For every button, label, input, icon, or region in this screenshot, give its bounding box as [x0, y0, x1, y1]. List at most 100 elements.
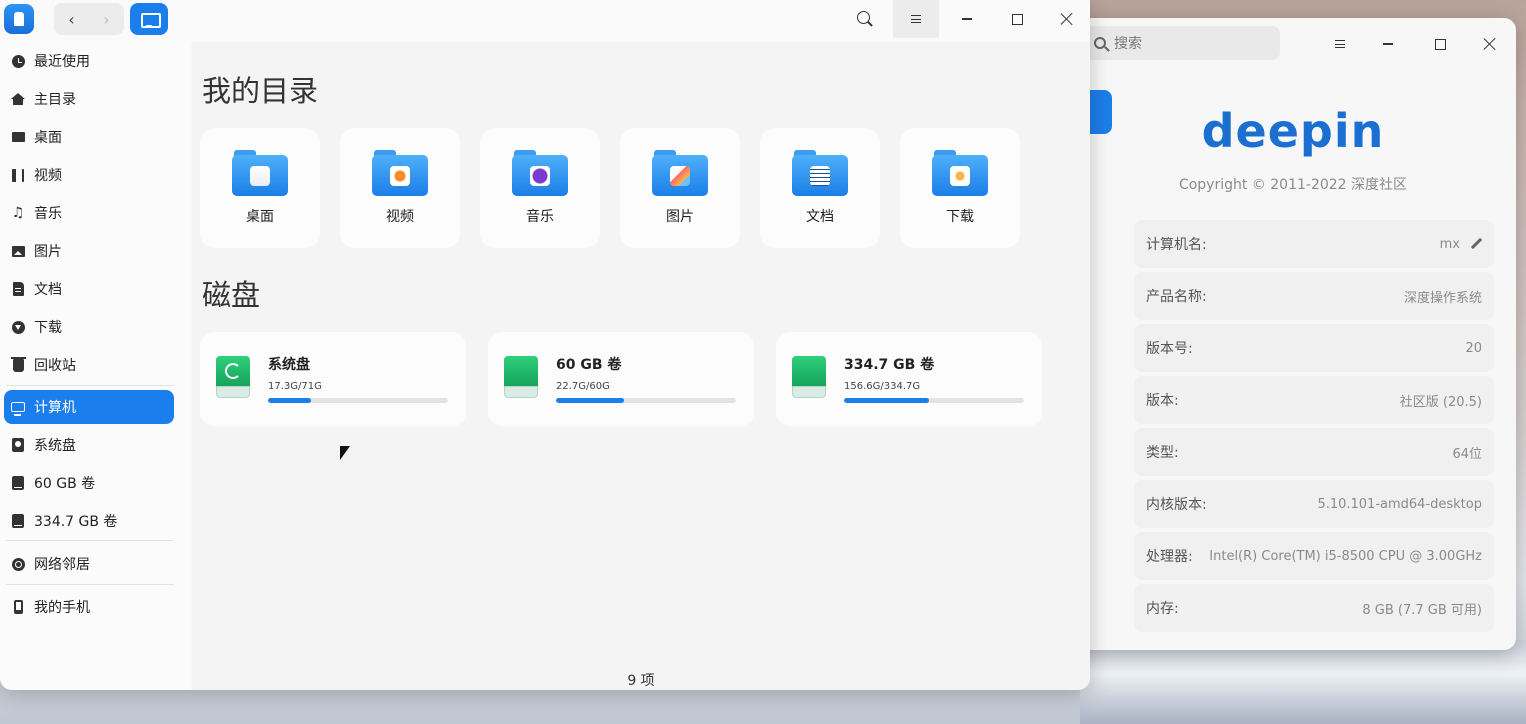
- clock-icon: [10, 53, 26, 69]
- info-value: 64位: [1452, 446, 1482, 462]
- sidebar-item[interactable]: 文档: [4, 272, 174, 306]
- sidebar-item[interactable]: 图片: [4, 234, 174, 268]
- deepin-logo: deepin: [1201, 104, 1385, 158]
- sidebar-item-label: 334.7 GB 卷: [34, 514, 118, 530]
- system-info-window: 搜索 deepin Copyright © 2011-2022 深度社区 计算机…: [1070, 18, 1516, 650]
- sidebar-item[interactable]: 最近使用: [4, 44, 174, 78]
- sidebar-item[interactable]: ♫ 音乐: [4, 196, 174, 230]
- disk-icon: [504, 356, 538, 400]
- info-value: mx: [1439, 236, 1460, 252]
- close-icon: [1484, 38, 1496, 50]
- my-directories-title: 我的目录: [202, 74, 319, 108]
- sidebar: 最近使用主目录桌面视频 ♫ 音乐图片文档下载回收站计算机系统盘 60 GB 卷 334.…: [0, 42, 190, 690]
- info-key: 版本:: [1146, 393, 1179, 409]
- folder-card[interactable]: 桌面: [200, 128, 320, 248]
- info-close-button[interactable]: [1478, 32, 1502, 56]
- folder-icon: [372, 150, 428, 196]
- info-key: 版本号:: [1146, 341, 1193, 357]
- info-key: 内核版本:: [1146, 497, 1207, 513]
- info-search-box[interactable]: 搜索: [1080, 26, 1280, 60]
- disk-card[interactable]: 334.7 GB 卷 156.6G/334.7G: [776, 332, 1042, 426]
- sidebar-divider: [6, 584, 174, 585]
- system-info-row: 内核版本: 5.10.101-amd64-desktop: [1134, 480, 1494, 528]
- folder-icon: [652, 150, 708, 196]
- folder-icon: [512, 150, 568, 196]
- info-key: 类型:: [1146, 445, 1179, 461]
- info-value-wrap: 8 GB (7.7 GB 可用): [1362, 599, 1482, 618]
- file-manager-window: ‹ › 最近使用 主目录 桌面 视频 ♫ 音乐 图片 文档 下载 回收站 计算机 系统盘 60 GB 卷…: [0, 0, 1090, 690]
- sidebar-item-label: 我的手机: [34, 600, 90, 616]
- disk-usage: 156.6G/334.7G: [844, 381, 921, 392]
- info-search-placeholder: 搜索: [1114, 36, 1142, 52]
- info-key: 处理器:: [1146, 549, 1193, 565]
- folder-label: 视频: [386, 209, 414, 225]
- system-info-row: 版本: 社区版 (20.5): [1134, 376, 1494, 424]
- info-key: 产品名称:: [1146, 289, 1207, 305]
- file-manager-app-icon[interactable]: [4, 4, 34, 34]
- system-info-list: 计算机名: mx 产品名称: 深度操作系统 版本号: 20 版本: 社区版 (20.5) 类型:…: [1134, 220, 1494, 636]
- minimize-icon: [1383, 43, 1393, 45]
- info-maximize-button[interactable]: [1428, 32, 1452, 56]
- download-emblem: [950, 166, 970, 186]
- breadcrumb-computer-button[interactable]: [130, 3, 168, 35]
- info-titlebar: 搜索: [1070, 18, 1516, 68]
- folder-card[interactable]: 图片: [620, 128, 740, 248]
- video-emblem: [390, 166, 410, 186]
- system-info-row: 内存: 8 GB (7.7 GB 可用): [1134, 584, 1494, 632]
- folder-card[interactable]: 视频: [340, 128, 460, 248]
- sidebar-item[interactable]: 主目录: [4, 82, 174, 116]
- folder-label: 文档: [806, 209, 834, 225]
- forward-button[interactable]: ›: [89, 3, 124, 35]
- disk-card[interactable]: 60 GB 卷 22.7G/60G: [488, 332, 754, 426]
- disk-card[interactable]: 系统盘 17.3G/71G: [200, 332, 466, 426]
- info-menu-button[interactable]: [1328, 32, 1352, 56]
- sidebar-item[interactable]: 计算机: [4, 390, 174, 424]
- sidebar-item[interactable]: 334.7 GB 卷: [4, 504, 174, 538]
- sidebar-item[interactable]: 桌面: [4, 120, 174, 154]
- info-value: 5.10.101-amd64-desktop: [1317, 496, 1482, 512]
- info-value-wrap: 5.10.101-amd64-desktop: [1317, 497, 1482, 512]
- search-button[interactable]: [842, 0, 888, 38]
- desktop-emblem: [250, 166, 270, 186]
- sidebar-item[interactable]: 网络邻居: [4, 547, 174, 581]
- sidebar-item[interactable]: 系统盘: [4, 428, 174, 462]
- sidebar-item[interactable]: 回收站: [4, 348, 174, 382]
- system-info-row: 产品名称: 深度操作系统: [1134, 272, 1494, 320]
- minimize-icon: [962, 18, 972, 20]
- info-value: 20: [1465, 340, 1482, 356]
- sidebar-item[interactable]: 我的手机: [4, 590, 174, 624]
- folder-card[interactable]: 下载: [900, 128, 1020, 248]
- document-emblem: [810, 166, 830, 186]
- picture-icon: [10, 243, 26, 259]
- info-minimize-button[interactable]: [1376, 32, 1400, 56]
- maximize-icon: [1011, 13, 1023, 25]
- folder-card[interactable]: 音乐: [480, 128, 600, 248]
- disk-icon: [10, 475, 26, 491]
- picture-emblem: [670, 166, 690, 186]
- minimize-button[interactable]: [944, 0, 990, 38]
- folder-label: 下载: [946, 209, 974, 225]
- info-value-wrap: 20: [1465, 341, 1482, 356]
- maximize-button[interactable]: [994, 0, 1040, 38]
- main-content: 我的目录 桌面 视频 音乐 图片 文档 下载 磁盘 系统盘 17.3G/71G 60 GB 卷…: [192, 42, 1090, 690]
- disk-usage-bar: [556, 398, 736, 403]
- menu-button[interactable]: [893, 0, 939, 38]
- system-disk-icon: [10, 437, 26, 453]
- info-value-wrap: 深度操作系统: [1404, 287, 1482, 306]
- system-info-row: 版本号: 20: [1134, 324, 1494, 372]
- sidebar-item-label: 图片: [34, 244, 62, 260]
- disk-icon: [792, 356, 826, 400]
- sidebar-item-label: 桌面: [34, 130, 62, 146]
- back-button[interactable]: ‹: [54, 3, 89, 35]
- sidebar-divider: [6, 540, 174, 541]
- video-icon: [10, 167, 26, 183]
- close-icon: [1061, 13, 1073, 25]
- folder-card[interactable]: 文档: [760, 128, 880, 248]
- close-button[interactable]: [1044, 0, 1090, 38]
- sidebar-item[interactable]: 视频: [4, 158, 174, 192]
- sidebar-item[interactable]: 下载: [4, 310, 174, 344]
- sidebar-item[interactable]: 60 GB 卷: [4, 466, 174, 500]
- disk-name: 334.7 GB 卷: [844, 357, 935, 373]
- edit-pencil-icon[interactable]: [1470, 238, 1482, 250]
- network-icon: [10, 556, 26, 572]
